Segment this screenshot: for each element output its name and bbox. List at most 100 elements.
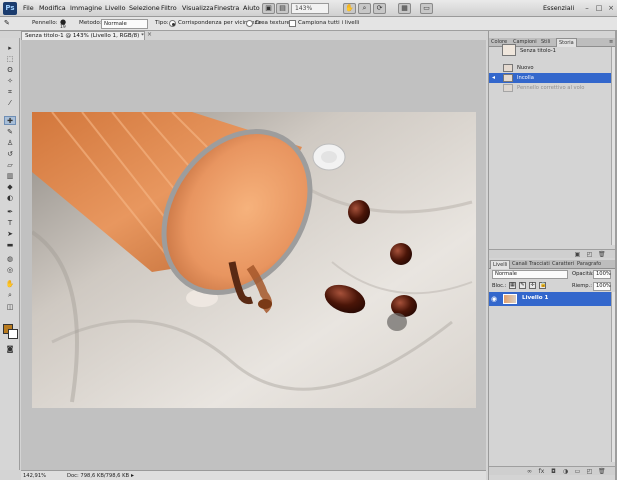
tab-caratteri[interactable]: Caratteri (552, 261, 574, 267)
brush-tool-icon[interactable]: ✎ (4, 128, 16, 137)
status-menu-icon[interactable]: ▸ (131, 472, 134, 479)
mode-label: Metodo: (79, 20, 102, 26)
lock-position-icon[interactable]: ✛ (529, 282, 536, 289)
layer-thumbnail (503, 294, 517, 304)
healing-brush-icon[interactable]: ✎ (4, 19, 10, 27)
pen-tool-icon[interactable]: ✒ (4, 208, 16, 217)
menu-aiuto[interactable]: Aiuto (243, 4, 260, 12)
eyedropper-tool-icon[interactable]: ⁄ (4, 99, 16, 108)
zoom-status[interactable]: 142,91% (23, 473, 46, 479)
lasso-tool-icon[interactable]: ʘ (4, 66, 16, 75)
mode-select[interactable]: Normale (101, 19, 148, 29)
type-tool-icon[interactable]: T (4, 219, 16, 228)
texture-radio[interactable] (246, 20, 253, 27)
layer-row[interactable]: ◉ Livello 1 (489, 292, 611, 306)
layer-mask-icon[interactable]: ◘ (550, 468, 557, 475)
close-document-icon[interactable]: × (147, 31, 152, 38)
menu-finestra[interactable]: Finestra (214, 4, 239, 12)
history-step[interactable]: Nuovo (489, 63, 611, 73)
snapshot-label[interactable]: Senza titolo-1 (520, 48, 556, 54)
rotate-view-icon[interactable]: ⟳ (373, 3, 386, 14)
menu-modifica[interactable]: Modifica (39, 4, 66, 12)
background-color-swatch[interactable] (8, 329, 18, 339)
tab-paragrafo[interactable]: Paragrafo (577, 261, 601, 267)
hand-tool-icon[interactable]: ✋ (343, 3, 356, 14)
new-document-from-state-icon[interactable]: ▣ (574, 251, 581, 258)
tab-campioni[interactable]: Campioni (513, 39, 537, 45)
spot-healing-tool-icon[interactable]: ✚ (4, 116, 16, 125)
shape-tool-icon[interactable]: ▬ (4, 241, 16, 250)
quick-selection-tool-icon[interactable]: ✧ (4, 77, 16, 86)
layer-name[interactable]: Livello 1 (522, 295, 548, 301)
visibility-eye-icon[interactable]: ◉ (491, 295, 497, 303)
clone-stamp-tool-icon[interactable]: ♙ (4, 139, 16, 148)
screen-mode-icon[interactable]: ▭ (420, 3, 433, 14)
move-tool-icon[interactable]: ▸ (4, 44, 16, 53)
layers-panel-tabs: Livelli Canali Tracciati Caratteri Parag… (489, 260, 617, 269)
zoom-tool-icon[interactable]: ⌕ (4, 291, 16, 300)
menu-bar: Ps File Modifica Immagine Livello Selezi… (0, 0, 617, 17)
eraser-tool-icon[interactable]: ▱ (4, 161, 16, 170)
lock-all-icon[interactable]: 🔒 (539, 282, 546, 289)
sample-all-checkbox[interactable] (289, 20, 296, 27)
layer-style-icon[interactable]: fx (538, 468, 545, 475)
delete-state-icon[interactable]: 🗑 (598, 251, 606, 258)
document-image[interactable] (32, 112, 476, 408)
tab-tracciati[interactable]: Tracciati (529, 261, 550, 267)
hand-tool-icon[interactable]: ✋ (4, 280, 16, 289)
menu-filtro[interactable]: Filtro (161, 4, 177, 12)
quick-mask-icon[interactable]: ◙ (4, 345, 16, 354)
mini-bridge-icon[interactable]: ▤ (276, 3, 289, 14)
proximity-radio[interactable] (169, 20, 176, 27)
menu-file[interactable]: File (23, 4, 34, 12)
zoom-level[interactable]: 143% (291, 3, 329, 14)
path-selection-tool-icon[interactable]: ➤ (4, 230, 16, 239)
minimize-icon[interactable]: – (582, 3, 592, 13)
history-step-label: Pennello correttivo al volo (517, 85, 585, 91)
history-brush-tool-icon[interactable]: ↺ (4, 150, 16, 159)
lock-transparency-icon[interactable]: ▦ (509, 282, 516, 289)
history-step-dimmed[interactable]: Pennello correttivo al volo (489, 83, 611, 93)
marquee-tool-icon[interactable]: ⬚ (4, 55, 16, 64)
tab-storia[interactable]: Storia (556, 38, 577, 47)
arrange-documents-icon[interactable]: ▦ (398, 3, 411, 14)
blend-mode-select[interactable]: Normale (492, 270, 568, 279)
crop-tool-icon[interactable]: ⌗ (4, 88, 16, 97)
link-layers-icon[interactable]: ∞ (526, 468, 533, 475)
blur-tool-icon[interactable]: ◆ (4, 183, 16, 192)
3d-orbit-tool-icon[interactable]: ◎ (4, 266, 16, 275)
delete-layer-icon[interactable]: 🗑 (598, 468, 606, 475)
canvas-area[interactable] (21, 40, 486, 470)
fill-label: Riemp.: (572, 283, 592, 289)
adjustment-layer-icon[interactable]: ◑ (562, 468, 569, 475)
document-tab[interactable]: Senza titolo-1 @ 143% (Livello 1, RGB/8)… (21, 31, 145, 40)
zoom-tool-icon[interactable]: ⌕ (358, 3, 371, 14)
lock-pixels-icon[interactable]: ✎ (519, 282, 526, 289)
new-layer-icon[interactable]: ◰ (586, 468, 593, 475)
opacity-field[interactable]: 100% (593, 270, 611, 279)
document-size-status: Doc: 798,6 KB/798,6 KB (67, 473, 130, 479)
type-label: Tipo: (155, 20, 169, 26)
workspace-selector[interactable]: Essenziali (543, 4, 574, 12)
tab-canali[interactable]: Canali (512, 261, 528, 267)
menu-selezione[interactable]: Selezione (129, 4, 160, 12)
3d-rotate-tool-icon[interactable]: ◍ (4, 255, 16, 264)
menu-immagine[interactable]: Immagine (70, 4, 102, 12)
menu-livello[interactable]: Livello (105, 4, 126, 12)
panel-menu-icon[interactable]: ≡ (609, 39, 613, 45)
maximize-icon[interactable]: □ (594, 3, 604, 13)
history-step-selected[interactable]: ◂ Incolla (489, 73, 611, 83)
fill-field[interactable]: 100% (593, 282, 611, 291)
tab-livelli[interactable]: Livelli (490, 260, 511, 269)
gradient-tool-icon[interactable]: ▥ (4, 172, 16, 181)
snapshot-thumbnail[interactable] (502, 44, 516, 56)
menu-visualizza[interactable]: Visualizza (182, 4, 213, 12)
tab-stili[interactable]: Stili (541, 39, 550, 45)
bridge-icon[interactable]: ▣ (262, 3, 275, 14)
history-step-icon (503, 74, 513, 82)
new-group-icon[interactable]: ▭ (574, 468, 581, 475)
close-window-icon[interactable]: × (606, 3, 616, 13)
new-snapshot-icon[interactable]: ◰ (586, 251, 593, 258)
dodge-tool-icon[interactable]: ◐ (4, 194, 16, 203)
default-colors-icon[interactable]: ◫ (4, 303, 16, 312)
